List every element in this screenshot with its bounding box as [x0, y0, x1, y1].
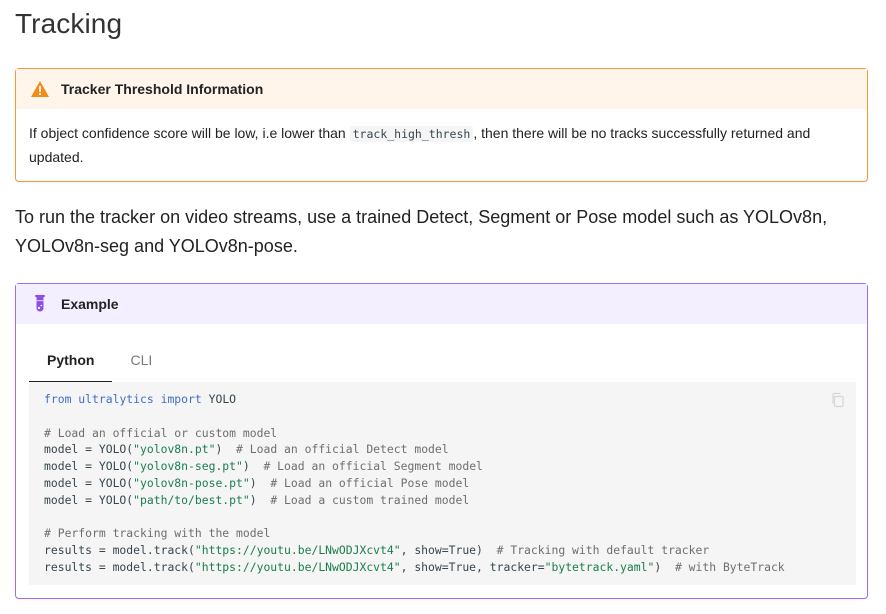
code-line: results = model.track("https://youtu.be/… [44, 559, 856, 576]
code-token: model = YOLO( [44, 459, 134, 474]
code-token: ) [249, 475, 271, 490]
inline-code-track-high-thresh: track_high_thresh [349, 126, 474, 142]
code-token: "path/to/best.pt" [133, 492, 250, 507]
code-token: results = model.track( [44, 559, 195, 574]
code-line: # Perform tracking with the model [44, 525, 856, 542]
code-token: "bytetrack.yaml" [544, 559, 655, 574]
code-token: "https://youtu.be/LNwODJXcvt4" [194, 543, 401, 558]
code-line: model = YOLO("yolov8n.pt") # Load an off… [44, 441, 856, 458]
code-token: from [44, 392, 72, 406]
code-token: # Load an official or custom model [44, 425, 278, 440]
warning-title: Tracker Threshold Information [61, 81, 264, 97]
code-token: "https://youtu.be/LNwODJXcvt4" [194, 559, 401, 574]
code-token: model = YOLO( [44, 475, 134, 490]
code-token: , show=True) [400, 543, 497, 558]
code-block: from ultralytics import YOLO # Load an o… [29, 382, 856, 585]
code-token: results = model.track( [44, 543, 195, 558]
warning-admonition: Tracker Threshold Information If object … [15, 68, 868, 182]
warning-header: Tracker Threshold Information [16, 69, 867, 109]
code-token: # Load an official Pose model [270, 475, 470, 490]
code-token: , show=True, tracker= [400, 559, 545, 574]
example-admonition: Example Python CLI from ultralytics impo… [15, 283, 868, 599]
code-token: "yolov8n-seg.pt" [133, 459, 243, 474]
code-token: ) [249, 492, 271, 507]
copy-icon[interactable] [830, 392, 846, 408]
code-token: YOLO [201, 392, 237, 406]
code-token: import [160, 392, 202, 406]
code-tabs: Python CLI [29, 339, 170, 383]
code-token: ultralytics [78, 392, 154, 406]
code-line: model = YOLO("yolov8n-pose.pt") # Load a… [44, 475, 856, 492]
code-token: # Load an official Detect model [236, 442, 449, 457]
warning-text-before: If object confidence score will be low, … [29, 125, 350, 141]
intro-paragraph: To run the tracker on video streams, use… [15, 207, 828, 256]
code-line: # Load an official or custom model [44, 425, 856, 442]
tab-cli[interactable]: CLI [112, 339, 170, 383]
warning-body: If object confidence score will be low, … [16, 109, 867, 169]
code-token: "yolov8n.pt" [133, 442, 216, 457]
code-token: model = YOLO( [44, 492, 134, 507]
code-line: model = YOLO("yolov8n-seg.pt") # Load an… [44, 458, 856, 475]
code-line: results = model.track("https://youtu.be/… [44, 542, 856, 559]
code-token: "yolov8n-pose.pt" [133, 475, 250, 490]
code-token: ) [654, 559, 675, 574]
code-token: model = YOLO( [44, 442, 134, 457]
code-token: ) [242, 459, 264, 474]
page-title: Tracking [15, 8, 123, 39]
flask-icon [30, 294, 50, 314]
example-title: Example [61, 296, 119, 312]
code-line: from ultralytics import YOLO [44, 391, 856, 408]
code-token: # Perform tracking with the model [44, 526, 271, 541]
code-token: ) [215, 442, 237, 457]
example-header: Example [16, 284, 867, 324]
code-token: # with ByteTrack [674, 559, 785, 574]
warning-triangle-icon [30, 79, 50, 99]
code-token: # Load a custom trained model [270, 492, 470, 507]
code-content: from ultralytics import YOLO # Load an o… [44, 391, 856, 576]
code-token: # Tracking with default tracker [496, 543, 710, 558]
tab-python[interactable]: Python [29, 339, 113, 383]
code-token: # Load an official Segment model [263, 459, 483, 474]
code-line: model = YOLO("path/to/best.pt") # Load a… [44, 492, 856, 509]
